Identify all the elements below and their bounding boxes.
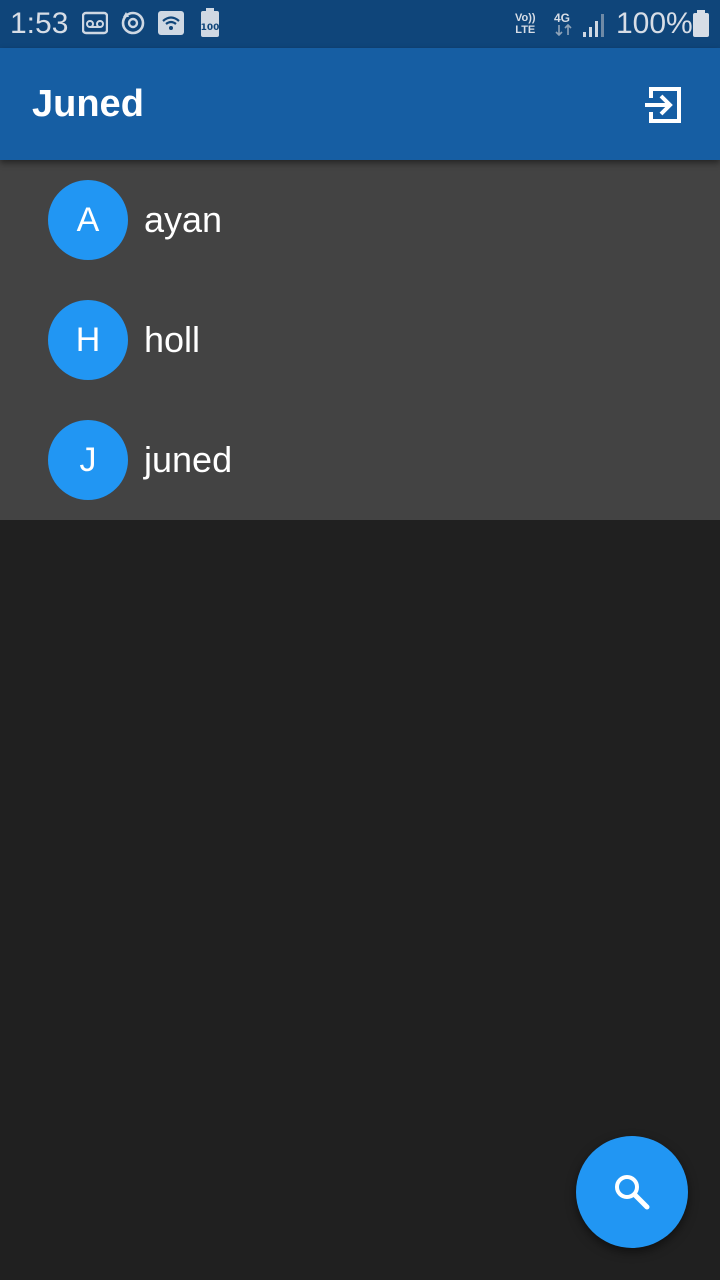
volte-label-bottom: LTE [515, 24, 536, 36]
battery-percent: 100% [616, 7, 693, 40]
app-bar: Juned [0, 48, 720, 160]
status-bar: 1:53 100 Vo)) LTE 4G 100% [0, 0, 720, 48]
list-item[interactable]: A ayan [0, 160, 720, 280]
volte-label-top: Vo)) [515, 12, 536, 24]
data-arrows-icon [555, 23, 572, 37]
battery-100-icon: 100 [200, 8, 220, 43]
status-time: 1:53 [10, 7, 69, 40]
contact-name: ayan [144, 199, 223, 240]
signal-icon [582, 12, 606, 43]
sync-icon [120, 10, 146, 41]
avatar: J [48, 420, 128, 500]
search-button[interactable] [576, 1136, 688, 1248]
contact-list: A ayan H holl J juned [0, 160, 720, 520]
search-icon [615, 1175, 650, 1210]
network-type: 4G [554, 12, 574, 38]
wifi-icon [158, 10, 184, 41]
avatar: A [48, 180, 128, 260]
logout-button[interactable] [632, 74, 694, 136]
battery-small-label: 100 [201, 23, 220, 33]
list-item[interactable]: H holl [0, 280, 720, 400]
logout-icon [645, 87, 681, 123]
contact-name: juned [144, 439, 233, 480]
avatar: H [48, 300, 128, 380]
contact-name: holl [144, 319, 201, 360]
list-item[interactable]: J juned [0, 400, 720, 520]
battery-icon [692, 10, 710, 43]
voicemail-icon [81, 10, 109, 41]
network-label: 4G [554, 11, 571, 25]
volte-indicator: Vo)) LTE [515, 12, 536, 36]
page-title: Juned [32, 83, 144, 125]
